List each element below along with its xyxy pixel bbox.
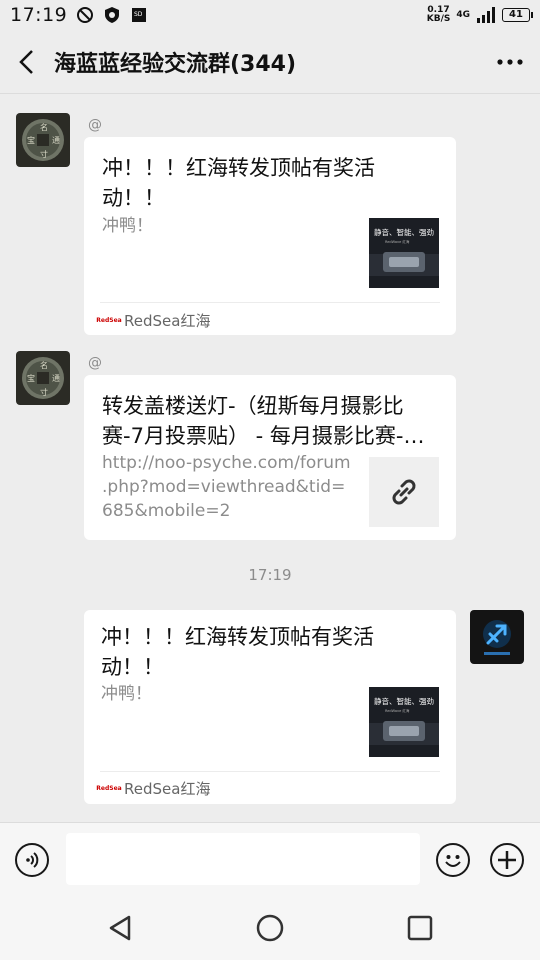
message-input[interactable] bbox=[66, 833, 420, 885]
card-title-line: 冲！！！红海转发顶帖有奖活 bbox=[102, 156, 375, 180]
product-thumb-icon: 静音、智能、强劲 RedWave 红海 bbox=[369, 687, 439, 757]
coin-avatar-icon: 名 寸 宝 通 bbox=[16, 351, 70, 405]
sd-card-icon: SD bbox=[132, 8, 147, 22]
svg-text:名: 名 bbox=[40, 122, 48, 132]
card-title-line: 冲！！！红海转发顶帖有奖活 bbox=[101, 625, 374, 649]
link-icon bbox=[392, 479, 416, 505]
svg-text:寸: 寸 bbox=[40, 149, 48, 159]
card-desc-line: 685&mobile=2 bbox=[102, 501, 231, 521]
thumb-text: 静音、智能、强劲 bbox=[374, 696, 434, 706]
coin-avatar-icon: 名 寸 宝 通 bbox=[16, 113, 70, 167]
more-dots-icon bbox=[497, 58, 523, 65]
emoji-button[interactable] bbox=[436, 843, 470, 877]
card-thumbnail bbox=[369, 457, 439, 527]
card-title-line: 赛-7月投票贴） - 每月摄影比赛-… bbox=[102, 424, 425, 448]
status-time: 17:19 bbox=[10, 4, 68, 26]
avatar-self[interactable] bbox=[470, 610, 524, 664]
back-arrow-icon bbox=[19, 49, 33, 74]
card-desc: 冲鸭！ bbox=[101, 684, 152, 704]
net-speed-unit: KB/S bbox=[426, 14, 451, 24]
card-title: 冲！！！红海转发顶帖有奖活 动！！ bbox=[101, 622, 441, 682]
sagittarius-avatar-icon bbox=[470, 610, 524, 664]
net-speed: 0.17 KB/S bbox=[427, 6, 451, 24]
source-name: RedSea红海 bbox=[124, 312, 211, 330]
chat-timestamp: 17:19 bbox=[248, 566, 292, 584]
sender-name: @ bbox=[88, 355, 102, 371]
nav-back-icon[interactable] bbox=[106, 913, 136, 943]
source-name: RedSea红海 bbox=[124, 780, 211, 798]
system-nav-bar bbox=[0, 896, 540, 960]
card-desc-line: http://noo-psyche.com/forum bbox=[102, 453, 351, 473]
thumb-subtext: RedWave 红海 bbox=[385, 239, 410, 244]
redsea-logo: RedSea bbox=[96, 785, 122, 792]
card-thumbnail: 静音、智能、强劲 RedWave 红海 bbox=[369, 218, 439, 288]
svg-text:宝: 宝 bbox=[27, 373, 35, 383]
product-thumb-icon: 静音、智能、强劲 RedWave 红海 bbox=[369, 218, 439, 288]
card-source: RedSea RedSea红海 bbox=[96, 310, 211, 331]
emoji-icon bbox=[445, 855, 461, 867]
sender-name: @ bbox=[88, 117, 102, 133]
svg-text:通: 通 bbox=[52, 135, 60, 145]
battery-indicator: 41 bbox=[502, 8, 533, 22]
more-button[interactable] bbox=[480, 30, 540, 94]
shield-icon bbox=[105, 7, 120, 23]
voice-button[interactable] bbox=[15, 843, 49, 877]
link-card[interactable]: 转发盖楼送灯-（纽斯每月摄影比 赛-7月投票贴） - 每月摄影比赛-… http… bbox=[84, 375, 456, 540]
plus-button[interactable] bbox=[490, 843, 524, 877]
card-title-line: 动！！ bbox=[101, 655, 164, 679]
voice-icon bbox=[26, 852, 39, 868]
avatar-coin[interactable]: 名 寸 宝 通 bbox=[16, 113, 70, 167]
card-thumbnail: 静音、智能、强劲 RedWave 红海 bbox=[369, 687, 439, 757]
svg-text:通: 通 bbox=[52, 373, 60, 383]
title-bar: 海蓝蓝经验交流群(344) bbox=[0, 30, 540, 94]
nav-home-icon[interactable] bbox=[255, 913, 285, 943]
network-type: 4G bbox=[456, 10, 470, 20]
thumb-text: 静音、智能、强劲 bbox=[374, 227, 434, 237]
plus-icon bbox=[498, 851, 516, 869]
card-desc: http://noo-psyche.com/forum .php?mod=vie… bbox=[102, 451, 367, 523]
card-divider bbox=[100, 771, 440, 772]
redsea-logo: RedSea bbox=[96, 317, 122, 324]
chat-title: 海蓝蓝经验交流群(344) bbox=[54, 51, 297, 77]
dnd-icon bbox=[77, 7, 94, 23]
back-button[interactable] bbox=[0, 30, 54, 94]
card-title: 转发盖楼送灯-（纽斯每月摄影比 赛-7月投票贴） - 每月摄影比赛-… bbox=[102, 391, 447, 451]
thumb-subtext: RedWave 红海 bbox=[385, 708, 410, 713]
card-desc: 冲鸭！ bbox=[102, 216, 153, 236]
status-right: 0.17 KB/S 4G 41 bbox=[427, 6, 533, 24]
status-left: 17:19 SD bbox=[10, 4, 148, 26]
card-divider bbox=[100, 302, 440, 303]
svg-text:宝: 宝 bbox=[27, 135, 35, 145]
card-title: 冲！！！红海转发顶帖有奖活 动！！ bbox=[102, 153, 442, 213]
svg-text:寸: 寸 bbox=[40, 387, 48, 397]
card-desc-line: .php?mod=viewthread&tid= bbox=[102, 477, 346, 497]
nav-recents-icon[interactable] bbox=[405, 913, 435, 943]
share-card[interactable]: 冲！！！红海转发顶帖有奖活 动！！ 冲鸭！ 静音、智能、强劲 RedWave 红… bbox=[84, 610, 456, 804]
card-source: RedSea RedSea红海 bbox=[96, 778, 211, 799]
card-title-line: 动！！ bbox=[102, 186, 165, 210]
avatar-coin[interactable]: 名 寸 宝 通 bbox=[16, 351, 70, 405]
card-title-line: 转发盖楼送灯-（纽斯每月摄影比 bbox=[102, 394, 404, 418]
share-card[interactable]: 冲！！！红海转发顶帖有奖活 动！！ 冲鸭！ 静音、智能、强劲 RedWave 红… bbox=[84, 137, 456, 335]
input-bar bbox=[0, 822, 540, 896]
signal-icon bbox=[477, 7, 495, 23]
status-bar: 17:19 SD 0.17 KB/S 4G 41 bbox=[0, 0, 540, 30]
svg-text:名: 名 bbox=[40, 360, 48, 370]
svg-text:SD: SD bbox=[134, 11, 143, 18]
